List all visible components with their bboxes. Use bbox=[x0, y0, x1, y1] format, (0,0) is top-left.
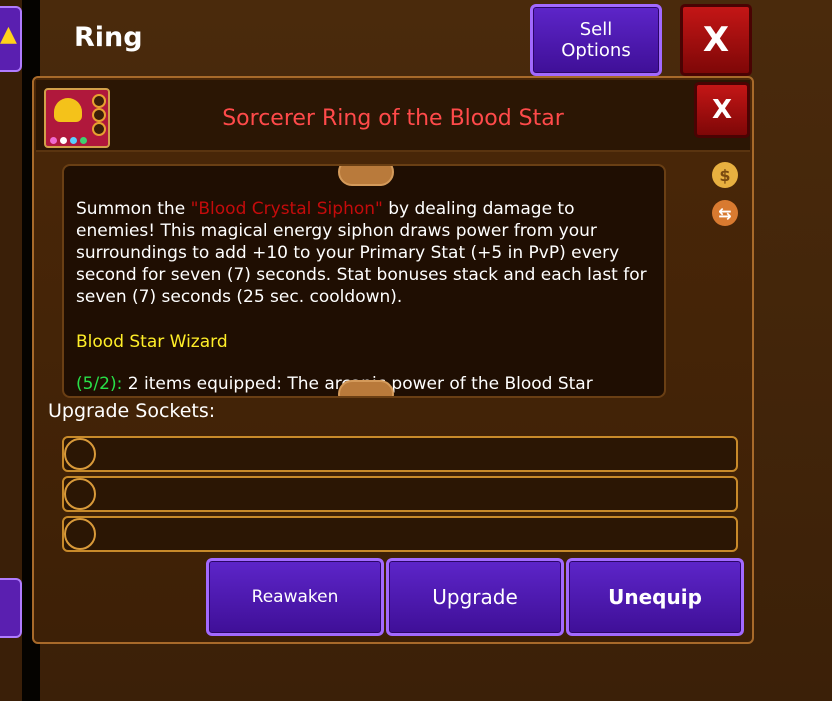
unequip-button[interactable]: Unequip bbox=[566, 558, 744, 636]
item-description-box[interactable]: Summon the "Blood Crystal Siphon" by dea… bbox=[62, 164, 666, 398]
gem-icon bbox=[70, 137, 77, 144]
money-bag-icon[interactable]: $ bbox=[712, 162, 738, 188]
sell-options-button[interactable]: Sell Options bbox=[530, 4, 662, 76]
item-name: Sorcerer Ring of the Blood Star bbox=[222, 106, 564, 131]
window-close-button[interactable]: X bbox=[680, 4, 752, 76]
item-header: Sorcerer Ring of the Blood Star bbox=[36, 80, 750, 152]
upgrade-socket-slot[interactable] bbox=[62, 436, 738, 472]
set-name: Blood Star Wizard bbox=[76, 332, 228, 352]
upgrade-sockets-label: Upgrade Sockets: bbox=[48, 400, 216, 422]
gem-icon bbox=[80, 137, 87, 144]
upgrade-socket-slot[interactable] bbox=[62, 516, 738, 552]
window-title: Ring bbox=[74, 22, 143, 53]
scroll-down-knob[interactable] bbox=[338, 380, 394, 396]
swap-icon[interactable]: ⇆ bbox=[712, 200, 738, 226]
item-description: Summon the "Blood Crystal Siphon" by dea… bbox=[76, 199, 647, 307]
upgrade-button[interactable]: Upgrade bbox=[386, 558, 564, 636]
up-arrow-icon: ▲ bbox=[0, 22, 17, 47]
scroll-up-knob[interactable] bbox=[338, 166, 394, 186]
socket-circle-icon bbox=[64, 438, 96, 470]
left-tab-button-lower[interactable] bbox=[0, 578, 22, 638]
gem-icon bbox=[50, 137, 57, 144]
socket-circle-icon bbox=[64, 518, 96, 550]
item-detail-panel: Sorcerer Ring of the Blood Star X Summon… bbox=[32, 76, 754, 644]
reawaken-button[interactable]: Reawaken bbox=[206, 558, 384, 636]
item-close-button[interactable]: X bbox=[694, 82, 750, 138]
upgrade-socket-slot[interactable] bbox=[62, 476, 738, 512]
gem-icon bbox=[60, 137, 67, 144]
socket-circle-icon bbox=[64, 478, 96, 510]
